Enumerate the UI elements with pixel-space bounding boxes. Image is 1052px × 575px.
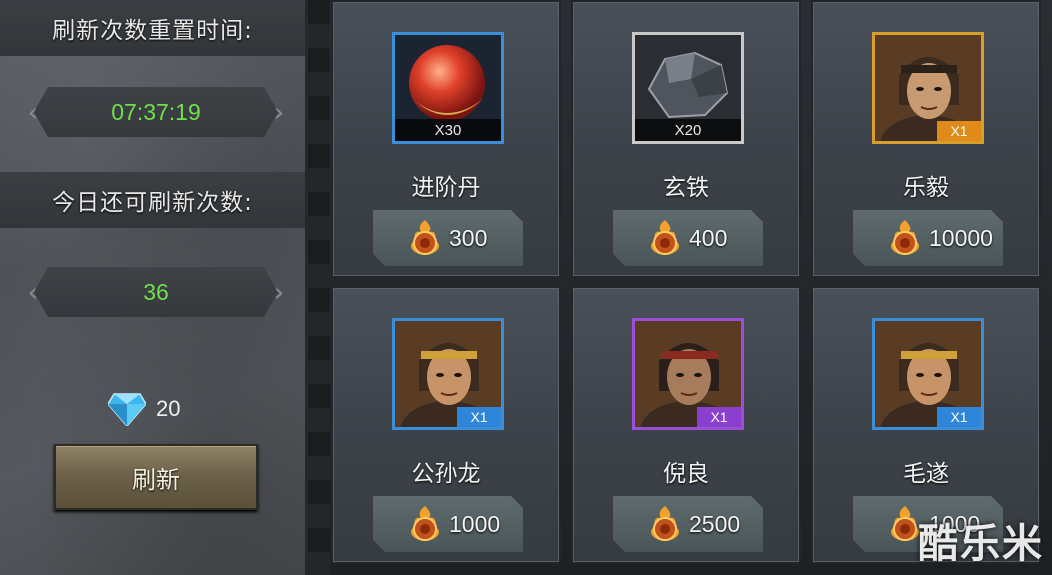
remaining-refresh-count: 36 [34, 267, 278, 317]
item-slot[interactable]: X20 [632, 32, 744, 144]
quantity-badge: X1 [457, 407, 501, 427]
shop-screen: 刷新次数重置时间: ‹ 07:37:19 › 今日还可刷新次数: ‹ 36 › … [0, 0, 1052, 575]
panel-divider [308, 0, 330, 575]
price-value: 10000 [929, 224, 993, 251]
shop-item-card[interactable]: X1 倪良 2500 [571, 286, 801, 564]
diamond-icon [108, 393, 146, 426]
item-name: 倪良 [663, 461, 709, 487]
reset-time-label: 刷新次数重置时间: [0, 0, 305, 56]
reset-timer: 07:37:19 [34, 87, 278, 137]
gem-count: 20 [156, 396, 181, 421]
buy-button[interactable]: 2500 [613, 496, 763, 552]
price-value: 300 [449, 224, 488, 251]
quantity-label: X20 [635, 119, 741, 141]
item-name: 公孙龙 [411, 461, 481, 487]
item-name: 进阶丹 [411, 175, 481, 201]
buy-button[interactable]: 400 [613, 210, 763, 266]
remaining-refresh-label: 今日还可刷新次数: [0, 172, 305, 228]
shop-item-card[interactable]: X1 公孙龙 1000 [331, 286, 561, 564]
refresh-button[interactable]: 刷新 [54, 444, 258, 510]
ornament-right-icon: › [273, 278, 285, 308]
ornament-right-icon: › [273, 98, 285, 128]
quantity-badge: X1 [937, 407, 981, 427]
coin-icon [405, 218, 445, 258]
quantity-label: X30 [395, 119, 501, 141]
shop-item-card[interactable]: X1 乐毅 10000 [811, 0, 1041, 278]
watermark: 酷乐米 [918, 521, 1044, 567]
item-slot[interactable]: X1 [872, 318, 984, 430]
coin-icon [885, 218, 925, 258]
shop-item-card[interactable]: X30 进阶丹 300 [331, 0, 561, 278]
gem-cost: 20 [108, 392, 180, 426]
coin-icon [645, 504, 685, 544]
shop-item-card[interactable]: X20 玄铁 400 [571, 0, 801, 278]
price-value: 1000 [449, 510, 501, 537]
buy-button[interactable]: 1000 [373, 496, 523, 552]
item-name: 玄铁 [663, 175, 709, 201]
item-slot[interactable]: X30 [392, 32, 504, 144]
quantity-badge: X1 [937, 121, 981, 141]
buy-button[interactable]: 10000 [853, 210, 1003, 266]
item-name: 毛遂 [903, 461, 949, 487]
item-slot[interactable]: X1 [392, 318, 504, 430]
coin-icon [405, 504, 445, 544]
item-slot[interactable]: X1 [632, 318, 744, 430]
item-name: 乐毅 [903, 175, 949, 201]
price-value: 2500 [689, 510, 741, 537]
price-value: 400 [689, 224, 728, 251]
coin-icon [645, 218, 685, 258]
quantity-badge: X1 [697, 407, 741, 427]
item-slot[interactable]: X1 [872, 32, 984, 144]
refresh-panel: 刷新次数重置时间: ‹ 07:37:19 › 今日还可刷新次数: ‹ 36 › … [0, 0, 308, 575]
buy-button[interactable]: 300 [373, 210, 523, 266]
